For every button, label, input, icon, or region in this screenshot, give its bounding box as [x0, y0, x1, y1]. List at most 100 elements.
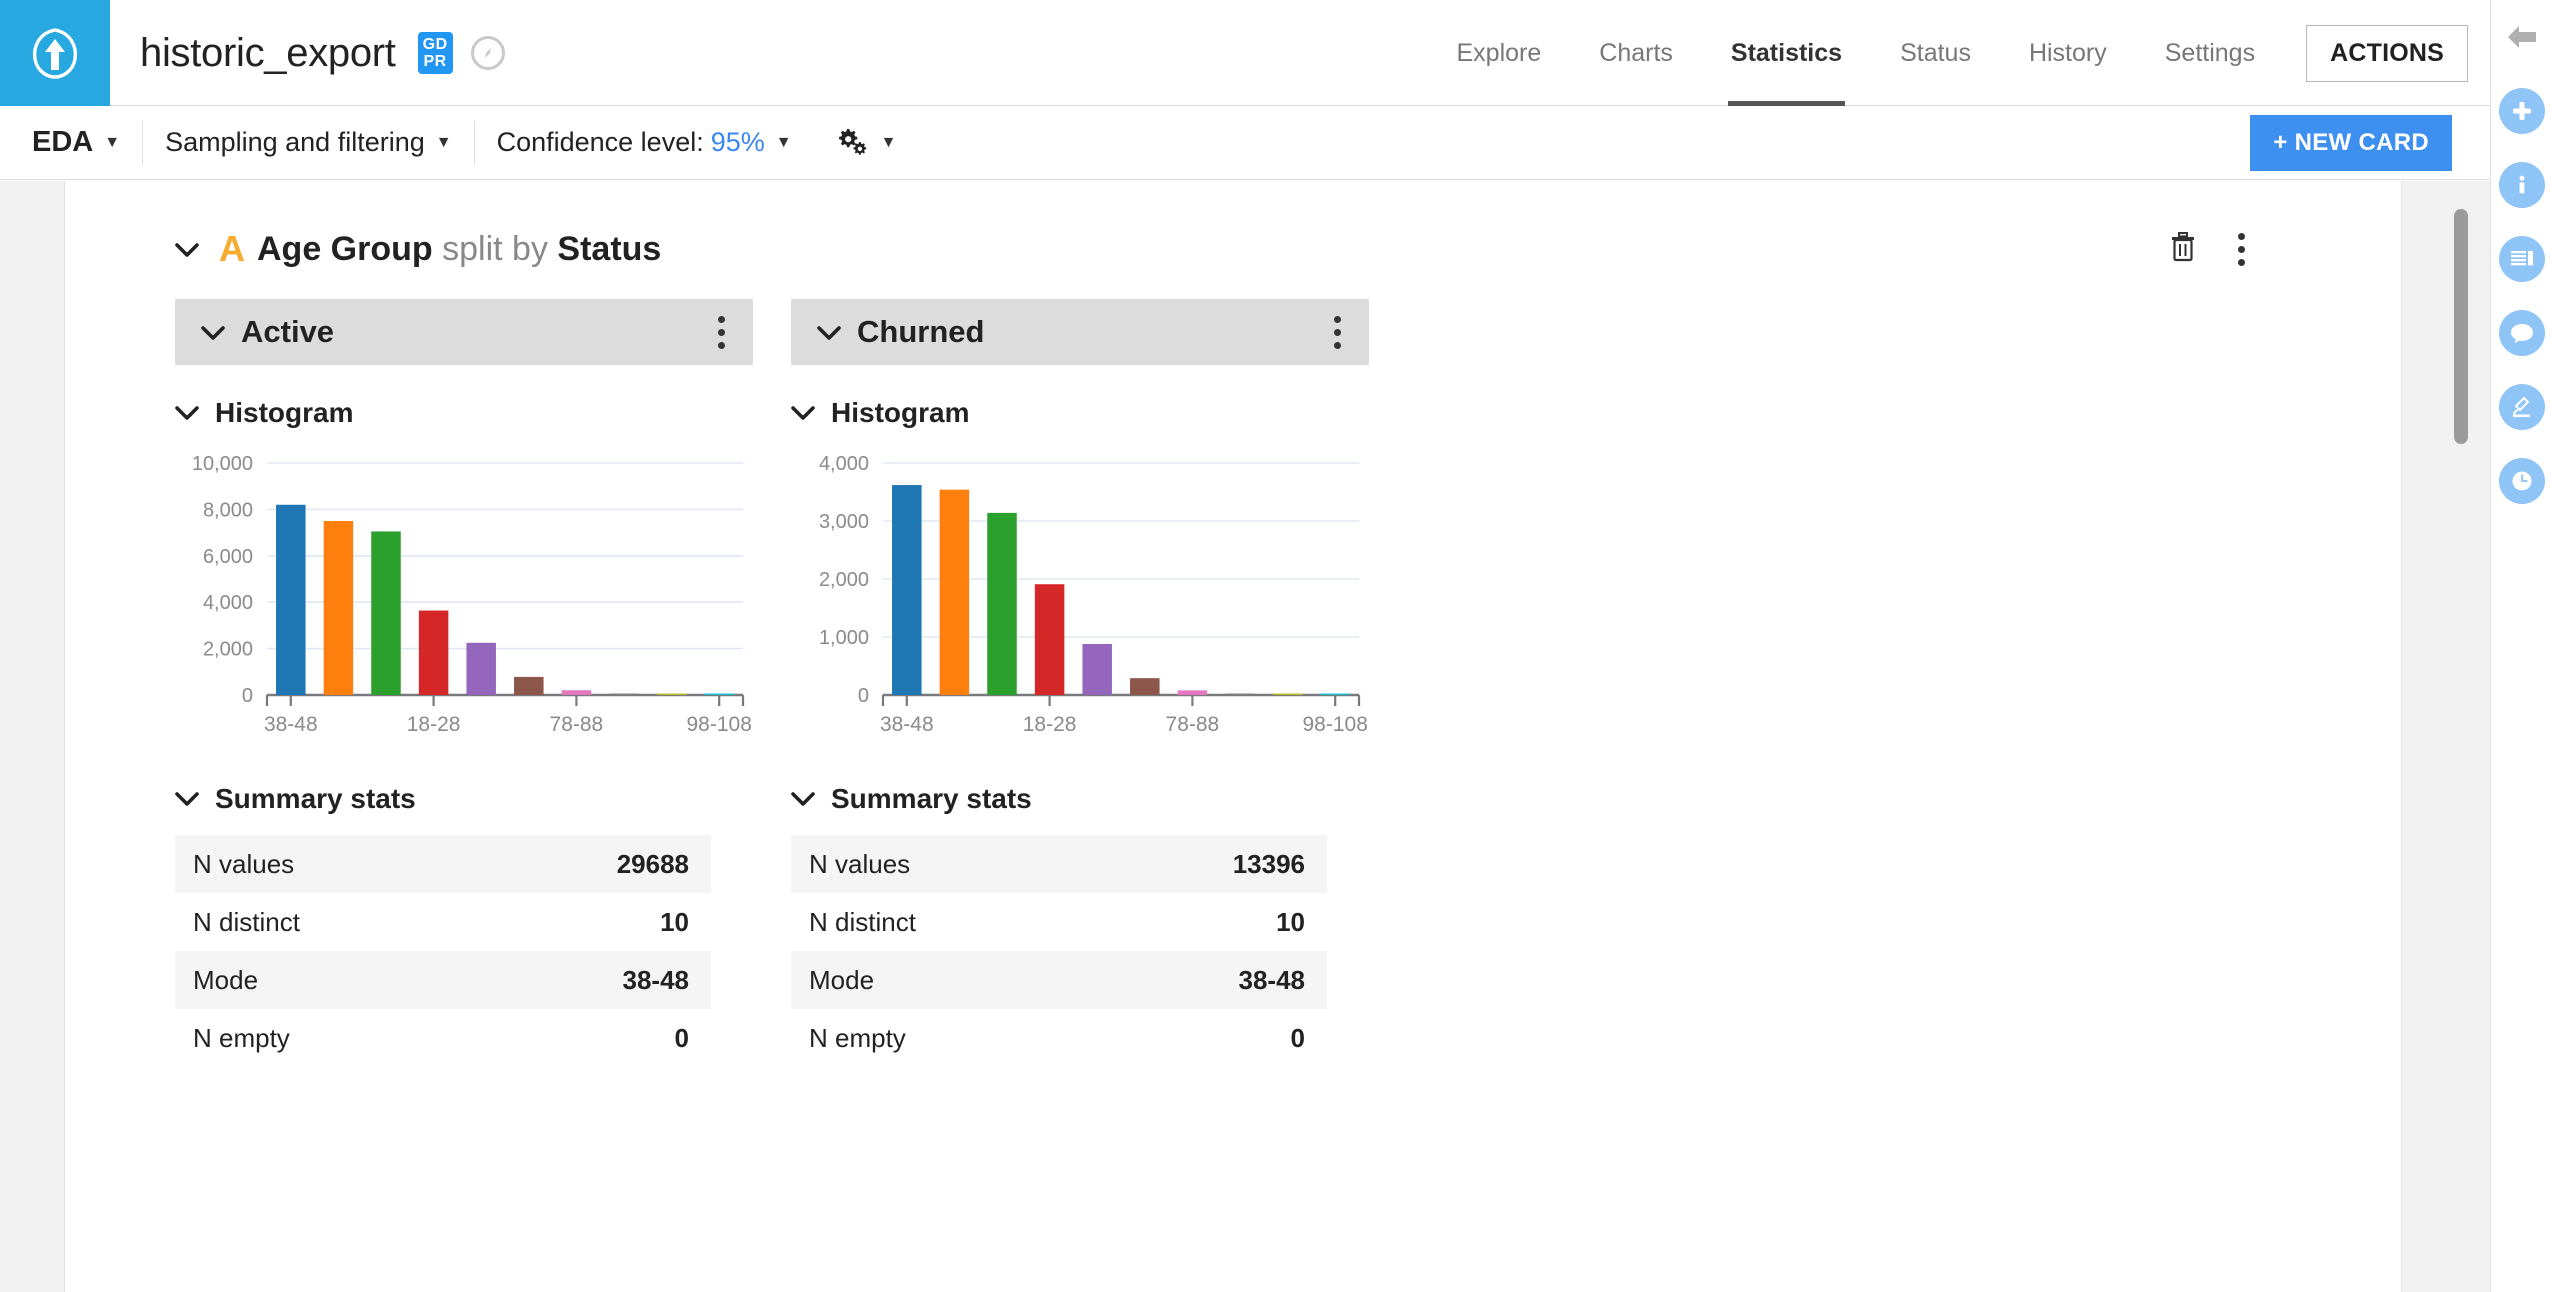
histogram-label: Histogram	[215, 397, 354, 428]
stat-key: Mode	[809, 964, 875, 995]
svg-text:38-48: 38-48	[880, 713, 934, 736]
summary-stats-label: Summary stats	[831, 783, 1032, 814]
nav-item-status[interactable]: Status	[1871, 0, 2000, 106]
panel-active: Active Histogram 0 2,000 4,000 6,000 8,000 10…	[175, 299, 753, 1292]
right-tool-rail	[2490, 0, 2552, 1292]
stat-value: 13396	[1232, 848, 1305, 879]
actions-button[interactable]: ACTIONS	[2306, 24, 2468, 82]
table-row: N empty 0	[791, 1009, 1327, 1067]
svg-text:78-88: 78-88	[550, 713, 604, 736]
stat-key: N values	[193, 848, 295, 879]
split-panels: Active Histogram 0 2,000 4,000 6,000 8,000 10…	[175, 299, 2401, 1292]
nav-item-statistics[interactable]: Statistics	[1702, 0, 1871, 106]
svg-text:2,000: 2,000	[203, 639, 253, 661]
histogram-bar	[1320, 693, 1350, 695]
summary-section-header-churned[interactable]: Summary stats	[791, 783, 1369, 815]
trash-icon[interactable]	[2168, 231, 2198, 268]
chevron-down-icon: ▼	[880, 133, 897, 151]
svg-text:78-88: 78-88	[1166, 713, 1220, 736]
confidence-value: 95%	[710, 127, 765, 157]
histogram-bar	[1225, 693, 1255, 695]
stat-key: N distinct	[193, 906, 300, 937]
nav-item-settings[interactable]: Settings	[2136, 0, 2284, 106]
chevron-down-icon: ▼	[435, 133, 452, 151]
collapse-chevron-icon[interactable]	[791, 401, 815, 426]
histogram-bar	[987, 512, 1017, 695]
gdpr-badge-line1: GD	[422, 36, 448, 53]
plus-icon[interactable]	[2498, 88, 2545, 134]
stat-value: 10	[1276, 906, 1305, 937]
table-row: N values 13396	[791, 835, 1327, 893]
nav-item-history[interactable]: History	[2000, 0, 2136, 106]
table-row: Mode 38-48	[175, 951, 711, 1009]
panel-kebab-menu-icon[interactable]	[1328, 310, 1347, 355]
stat-key: N values	[809, 848, 911, 879]
card-kebab-menu-icon[interactable]	[2232, 227, 2251, 272]
panel-churned-title: Churned	[857, 314, 985, 349]
collapse-chevron-icon[interactable]	[201, 319, 225, 345]
histogram-svg-active: 0 2,000 4,000 6,000 8,000 10,000 38-48 18-28 78-…	[192, 453, 752, 736]
card-title-split-field: Status	[557, 229, 662, 268]
top-header-bar: historic_export GD PR Explore Charts Sta…	[0, 0, 2490, 106]
collapse-chevron-icon[interactable]	[175, 401, 199, 426]
stat-value: 38-48	[622, 964, 690, 995]
svg-text:0: 0	[858, 685, 869, 707]
svg-text:98-108: 98-108	[1303, 713, 1368, 736]
panel-churned: Churned Histogram 0 1,000 2,000 3,000 4,000 3…	[791, 299, 1369, 1292]
confidence-level-dropdown[interactable]: Confidence level: 95% ▼	[475, 127, 814, 158]
statistics-toolbar: EDA ▼ Sampling and filtering ▼ Confidenc…	[0, 106, 2490, 180]
svg-text:38-48: 38-48	[264, 713, 318, 736]
card-header-actions	[2168, 227, 2401, 272]
svg-text:10,000: 10,000	[192, 453, 253, 475]
stat-value: 38-48	[1238, 964, 1306, 995]
lab-microscope-icon[interactable]	[2498, 384, 2545, 430]
card-title-connector: split by	[442, 229, 548, 268]
sampling-label: Sampling and filtering	[165, 127, 425, 157]
collapse-chevron-icon[interactable]	[791, 787, 815, 812]
card-header: A Age Group split by Status	[65, 217, 2401, 281]
card-title: Age Group split by Status	[257, 230, 661, 269]
histogram-bar	[939, 489, 970, 695]
gdpr-badge-line2: PR	[423, 53, 447, 70]
panel-kebab-menu-icon[interactable]	[712, 310, 731, 355]
comment-icon[interactable]	[2498, 310, 2545, 356]
histogram-bar	[609, 693, 639, 695]
histogram-svg-churned: 0 1,000 2,000 3,000 4,000 38-48 18-28 78-88 98-1…	[819, 453, 1368, 736]
stat-value: 29688	[616, 848, 689, 879]
collapse-chevron-icon[interactable]	[175, 787, 199, 812]
panel-churned-header[interactable]: Churned	[791, 299, 1369, 365]
sampling-filtering-dropdown[interactable]: Sampling and filtering ▼	[143, 127, 474, 158]
summary-stats-table-active: N values 29688 N distinct 10 Mode 38-48 …	[175, 835, 711, 1067]
new-card-button[interactable]: + NEW CARD	[2250, 114, 2452, 171]
details-list-icon[interactable]	[2498, 236, 2545, 282]
summary-stats-label: Summary stats	[215, 783, 416, 814]
gears-icon	[836, 128, 870, 158]
collapse-chevron-icon[interactable]	[175, 234, 199, 264]
compass-circle-icon[interactable]	[470, 36, 505, 70]
stat-value: 10	[660, 906, 689, 937]
nav-item-charts[interactable]: Charts	[1570, 0, 1702, 106]
svg-text:6,000: 6,000	[203, 546, 253, 568]
panel-active-header[interactable]: Active	[175, 299, 753, 365]
card-title-field: Age Group	[257, 229, 433, 268]
history-clock-icon[interactable]	[2498, 458, 2545, 504]
nav-item-explore[interactable]: Explore	[1428, 0, 1571, 106]
up-arrow-circle-icon[interactable]	[0, 0, 110, 106]
table-row: N distinct 10	[175, 893, 711, 951]
eda-dropdown[interactable]: EDA ▼	[0, 126, 142, 159]
histogram-chart-active: 0 2,000 4,000 6,000 8,000 10,000 38-48 18-28 78-…	[175, 449, 753, 749]
table-row: Mode 38-48	[791, 951, 1327, 1009]
back-arrow-icon[interactable]	[2499, 14, 2545, 60]
histogram-section-header-active[interactable]: Histogram	[175, 397, 753, 429]
summary-section-header-active[interactable]: Summary stats	[175, 783, 753, 815]
settings-gears-dropdown[interactable]: ▼	[814, 128, 919, 158]
svg-text:8,000: 8,000	[203, 499, 253, 521]
info-icon[interactable]	[2498, 162, 2545, 208]
scrollbar-thumb[interactable]	[2454, 209, 2468, 444]
main-navigation: Explore Charts Statistics Status History…	[1428, 0, 2491, 106]
vertical-scrollbar[interactable]	[2450, 181, 2472, 1292]
histogram-section-header-churned[interactable]: Histogram	[791, 397, 1369, 429]
collapse-chevron-icon[interactable]	[817, 319, 841, 345]
eda-card-surface: A Age Group split by Status Active Histo…	[64, 181, 2402, 1292]
confidence-label: Confidence level:	[496, 127, 704, 157]
